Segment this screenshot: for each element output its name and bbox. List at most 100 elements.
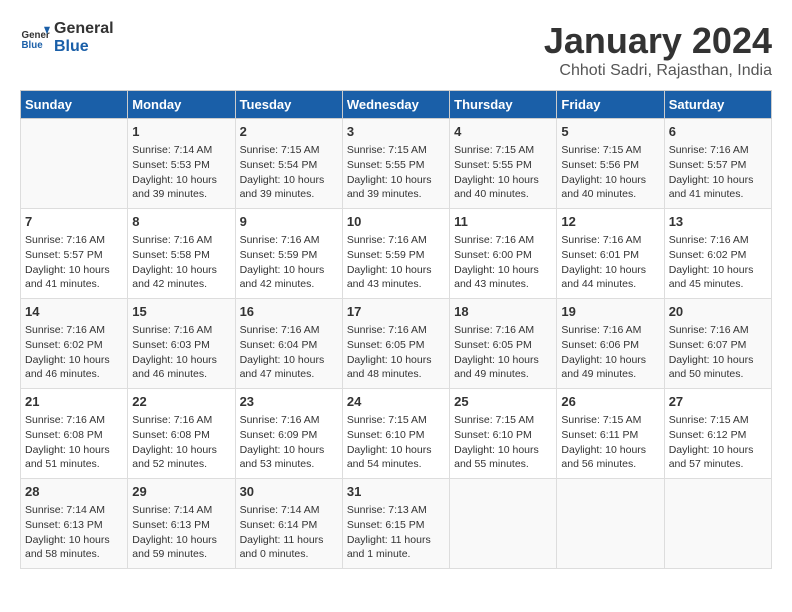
day-info: Sunrise: 7:16 AM Sunset: 6:00 PM Dayligh… (454, 233, 552, 292)
day-info: Sunrise: 7:15 AM Sunset: 6:10 PM Dayligh… (347, 413, 445, 472)
calendar-cell: 7 Sunrise: 7:16 AM Sunset: 5:57 PM Daylig… (21, 209, 128, 299)
day-number: 4 (454, 123, 552, 141)
day-info: Sunrise: 7:16 AM Sunset: 6:05 PM Dayligh… (454, 323, 552, 382)
title-block: January 2024 Chhoti Sadri, Rajasthan, In… (544, 20, 772, 80)
page-header: General Blue General Blue January 2024 C… (20, 20, 772, 80)
calendar-cell: 8 Sunrise: 7:16 AM Sunset: 5:58 PM Daylig… (128, 209, 235, 299)
day-number: 17 (347, 303, 445, 321)
calendar-cell: 25 Sunrise: 7:15 AM Sunset: 6:10 PM Dayli… (450, 389, 557, 479)
day-info: Sunrise: 7:16 AM Sunset: 6:01 PM Dayligh… (561, 233, 659, 292)
calendar-cell: 1 Sunrise: 7:14 AM Sunset: 5:53 PM Daylig… (128, 119, 235, 209)
calendar-cell (21, 119, 128, 209)
calendar-cell: 3 Sunrise: 7:15 AM Sunset: 5:55 PM Daylig… (342, 119, 449, 209)
day-number: 19 (561, 303, 659, 321)
day-info: Sunrise: 7:16 AM Sunset: 6:08 PM Dayligh… (25, 413, 123, 472)
col-monday: Monday (128, 91, 235, 119)
logo-icon: General Blue (20, 23, 50, 53)
calendar-cell (557, 479, 664, 569)
day-number: 27 (669, 393, 767, 411)
day-number: 26 (561, 393, 659, 411)
calendar-cell: 23Sunrise: 7:16 AM Sunset: 6:09 PM Dayli… (235, 389, 342, 479)
day-number: 11 (454, 213, 552, 231)
calendar-cell: 31Sunrise: 7:13 AM Sunset: 6:15 PM Dayli… (342, 479, 449, 569)
day-number: 24 (347, 393, 445, 411)
day-number: 9 (240, 213, 338, 231)
day-number: 10 (347, 213, 445, 231)
day-info: Sunrise: 7:15 AM Sunset: 5:56 PM Dayligh… (561, 143, 659, 202)
day-info: Sunrise: 7:16 AM Sunset: 6:02 PM Dayligh… (25, 323, 123, 382)
day-number: 12 (561, 213, 659, 231)
calendar-cell: 19Sunrise: 7:16 AM Sunset: 6:06 PM Dayli… (557, 299, 664, 389)
day-number: 31 (347, 483, 445, 501)
day-number: 22 (132, 393, 230, 411)
col-saturday: Saturday (664, 91, 771, 119)
day-info: Sunrise: 7:15 AM Sunset: 6:10 PM Dayligh… (454, 413, 552, 472)
calendar-cell: 21Sunrise: 7:16 AM Sunset: 6:08 PM Dayli… (21, 389, 128, 479)
day-number: 16 (240, 303, 338, 321)
calendar-cell: 16 Sunrise: 7:16 AM Sunset: 6:04 PM Dayli… (235, 299, 342, 389)
day-number: 30 (240, 483, 338, 501)
day-info: Sunrise: 7:16 AM Sunset: 6:02 PM Dayligh… (669, 233, 767, 292)
calendar-cell (450, 479, 557, 569)
day-number: 23 (240, 393, 338, 411)
day-info: Sunrise: 7:16 AM Sunset: 5:57 PM Dayligh… (669, 143, 767, 202)
day-number: 3 (347, 123, 445, 141)
day-info: Sunrise: 7:16 AM Sunset: 6:05 PM Dayligh… (347, 323, 445, 382)
calendar-cell: 10 Sunrise: 7:16 AM Sunset: 5:59 PM Dayli… (342, 209, 449, 299)
calendar-cell: 27 Sunrise: 7:15 AM Sunset: 6:12 PM Dayli… (664, 389, 771, 479)
day-info: Sunrise: 7:16 AM Sunset: 5:57 PM Dayligh… (25, 233, 123, 292)
col-friday: Friday (557, 91, 664, 119)
day-info: Sunrise: 7:15 AM Sunset: 5:55 PM Dayligh… (347, 143, 445, 202)
day-number: 29 (132, 483, 230, 501)
day-number: 1 (132, 123, 230, 141)
day-number: 6 (669, 123, 767, 141)
day-number: 15 (132, 303, 230, 321)
day-info: Sunrise: 7:16 AM Sunset: 5:58 PM Dayligh… (132, 233, 230, 292)
col-sunday: Sunday (21, 91, 128, 119)
calendar-cell: 13Sunrise: 7:16 AM Sunset: 6:02 PM Dayli… (664, 209, 771, 299)
calendar-row-2: 7 Sunrise: 7:16 AM Sunset: 5:57 PM Daylig… (21, 209, 772, 299)
header-row: Sunday Monday Tuesday Wednesday Thursday… (21, 91, 772, 119)
calendar-cell: 5 Sunrise: 7:15 AM Sunset: 5:56 PM Daylig… (557, 119, 664, 209)
calendar-cell: 15Sunrise: 7:16 AM Sunset: 6:03 PM Dayli… (128, 299, 235, 389)
day-info: Sunrise: 7:15 AM Sunset: 6:12 PM Dayligh… (669, 413, 767, 472)
calendar-cell: 9 Sunrise: 7:16 AM Sunset: 5:59 PM Daylig… (235, 209, 342, 299)
col-wednesday: Wednesday (342, 91, 449, 119)
calendar-cell: 14 Sunrise: 7:16 AM Sunset: 6:02 PM Dayli… (21, 299, 128, 389)
logo: General Blue General Blue (20, 20, 114, 55)
day-info: Sunrise: 7:14 AM Sunset: 6:13 PM Dayligh… (132, 503, 230, 562)
calendar-cell: 18 Sunrise: 7:16 AM Sunset: 6:05 PM Dayli… (450, 299, 557, 389)
calendar-row-5: 28 Sunrise: 7:14 AM Sunset: 6:13 PM Dayli… (21, 479, 772, 569)
calendar-row-4: 21Sunrise: 7:16 AM Sunset: 6:08 PM Dayli… (21, 389, 772, 479)
day-info: Sunrise: 7:14 AM Sunset: 6:13 PM Dayligh… (25, 503, 123, 562)
calendar-cell: 26Sunrise: 7:15 AM Sunset: 6:11 PM Dayli… (557, 389, 664, 479)
day-info: Sunrise: 7:15 AM Sunset: 5:54 PM Dayligh… (240, 143, 338, 202)
day-number: 25 (454, 393, 552, 411)
location-subtitle: Chhoti Sadri, Rajasthan, India (544, 62, 772, 80)
day-number: 5 (561, 123, 659, 141)
day-number: 20 (669, 303, 767, 321)
calendar-cell: 11 Sunrise: 7:16 AM Sunset: 6:00 PM Dayli… (450, 209, 557, 299)
day-info: Sunrise: 7:16 AM Sunset: 5:59 PM Dayligh… (347, 233, 445, 292)
day-number: 8 (132, 213, 230, 231)
day-info: Sunrise: 7:14 AM Sunset: 6:14 PM Dayligh… (240, 503, 338, 562)
day-number: 14 (25, 303, 123, 321)
calendar-cell: 28 Sunrise: 7:14 AM Sunset: 6:13 PM Dayli… (21, 479, 128, 569)
day-number: 7 (25, 213, 123, 231)
day-number: 18 (454, 303, 552, 321)
calendar-row-3: 14 Sunrise: 7:16 AM Sunset: 6:02 PM Dayli… (21, 299, 772, 389)
svg-text:Blue: Blue (22, 39, 44, 50)
calendar-cell: 20 Sunrise: 7:16 AM Sunset: 6:07 PM Dayli… (664, 299, 771, 389)
calendar-cell: 30 Sunrise: 7:14 AM Sunset: 6:14 PM Dayli… (235, 479, 342, 569)
logo-text: General Blue (54, 20, 114, 55)
calendar-cell: 4Sunrise: 7:15 AM Sunset: 5:55 PM Daylig… (450, 119, 557, 209)
calendar-cell: 22Sunrise: 7:16 AM Sunset: 6:08 PM Dayli… (128, 389, 235, 479)
day-info: Sunrise: 7:16 AM Sunset: 6:07 PM Dayligh… (669, 323, 767, 382)
col-thursday: Thursday (450, 91, 557, 119)
day-info: Sunrise: 7:16 AM Sunset: 5:59 PM Dayligh… (240, 233, 338, 292)
day-info: Sunrise: 7:14 AM Sunset: 5:53 PM Dayligh… (132, 143, 230, 202)
day-info: Sunrise: 7:16 AM Sunset: 6:04 PM Dayligh… (240, 323, 338, 382)
calendar-table: Sunday Monday Tuesday Wednesday Thursday… (20, 90, 772, 569)
day-number: 28 (25, 483, 123, 501)
month-title: January 2024 (544, 20, 772, 62)
